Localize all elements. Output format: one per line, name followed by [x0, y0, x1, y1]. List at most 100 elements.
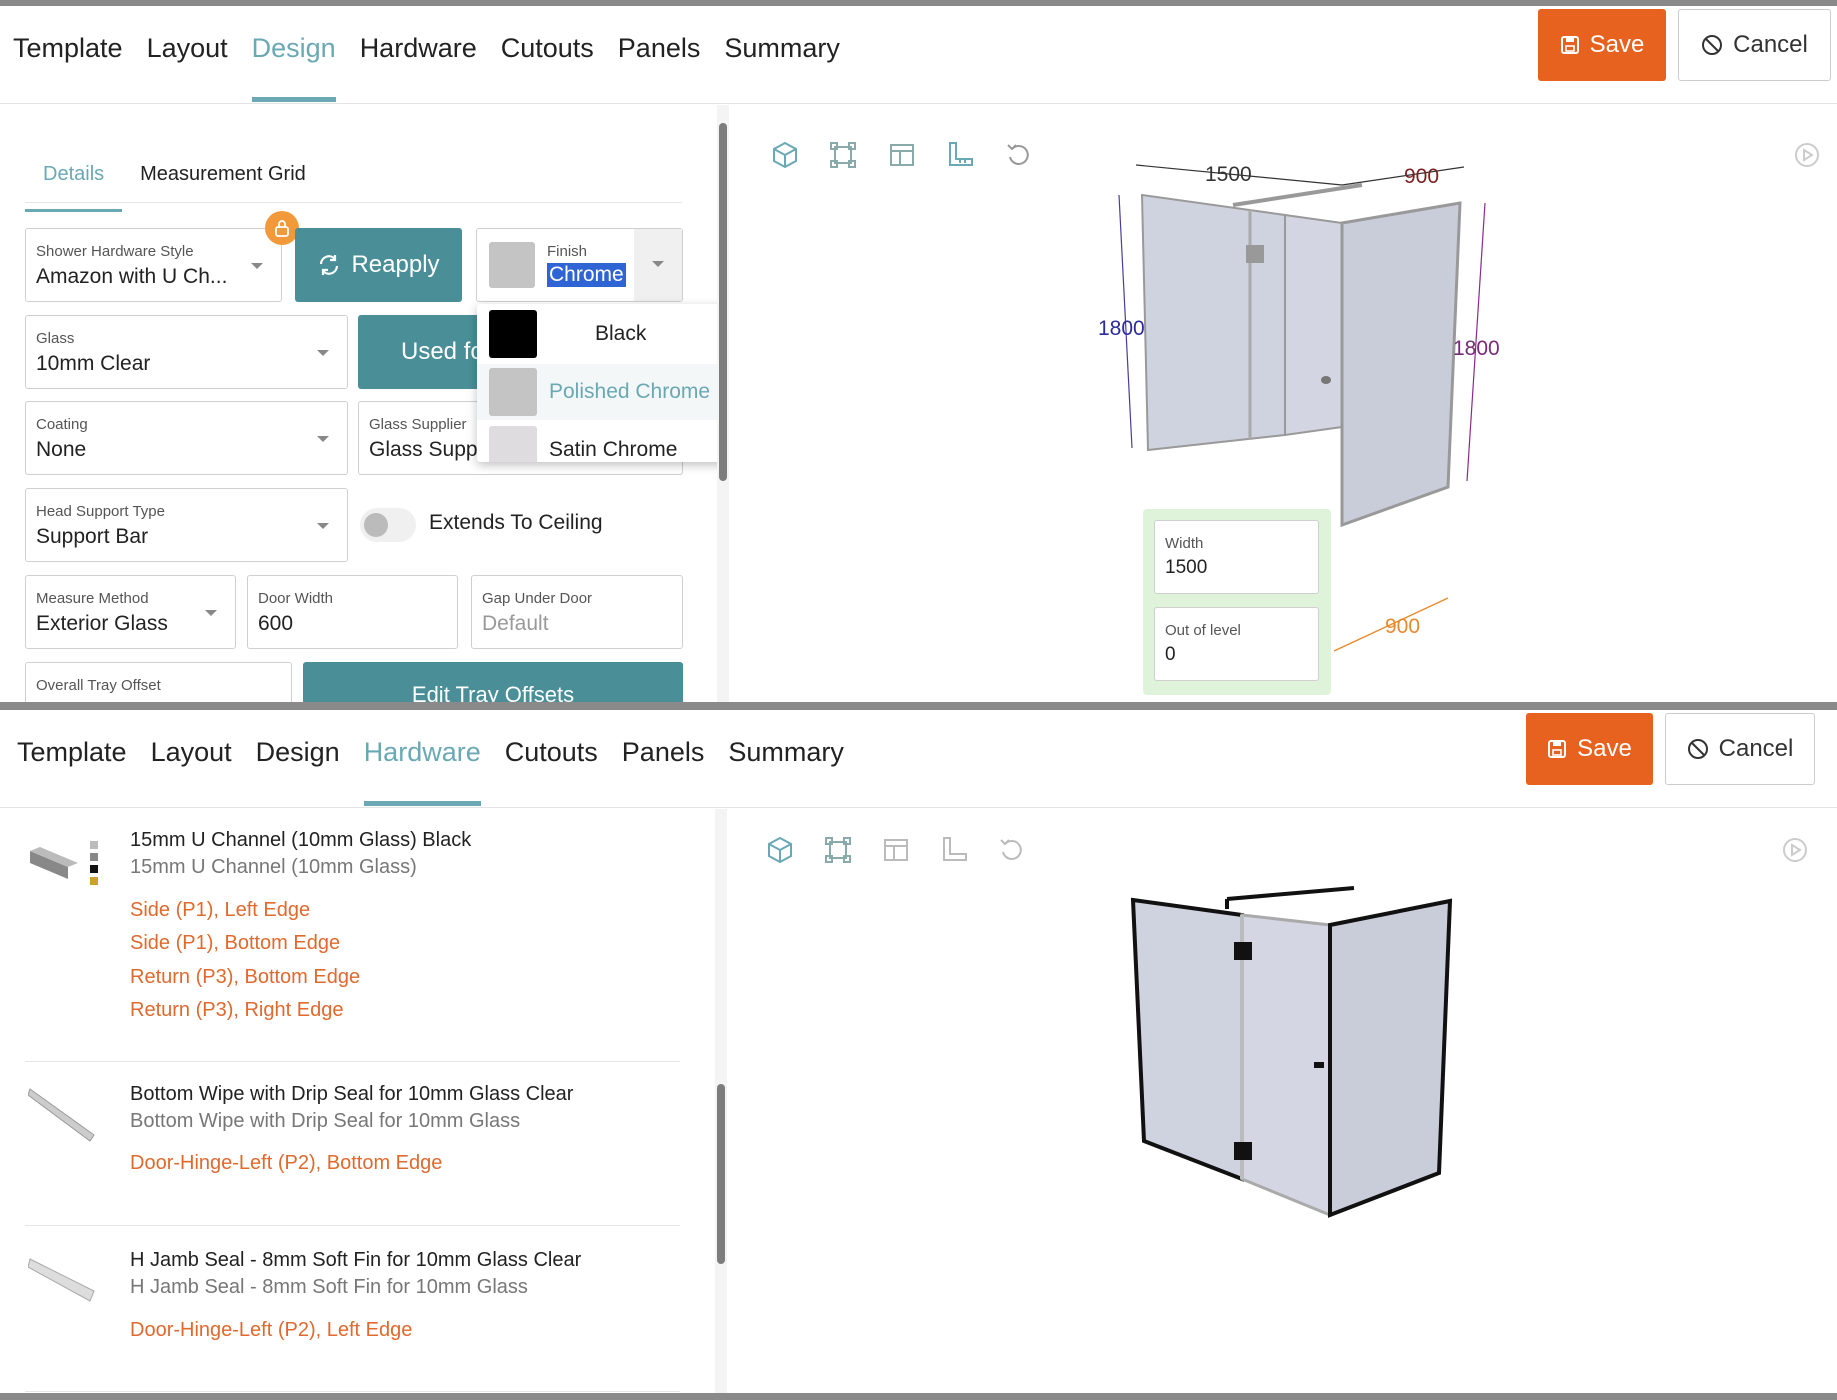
- step-tabs: Template Layout Design Hardware Cutouts …: [13, 6, 864, 104]
- top-nav-bar: Template Layout Design Hardware Cutouts …: [0, 710, 1837, 808]
- tab-hardware[interactable]: Hardware: [363, 710, 481, 808]
- reapply-label: Reapply: [351, 251, 440, 278]
- save-icon: [1548, 740, 1567, 758]
- list-item[interactable]: Bottom Wipe with Drip Seal for 10mm Glas…: [25, 1063, 680, 1226]
- dim-bottom-return: 900: [1385, 615, 1420, 638]
- design-form-panel: Details Measurement Grid Shower Hardware…: [0, 105, 720, 702]
- edit-tray-offsets-button[interactable]: Edit Tray Offsets: [303, 662, 683, 702]
- width-field[interactable]: Width 1500: [1154, 520, 1319, 594]
- save-label: Save: [1589, 31, 1645, 58]
- finish-option-label: Polished Chrome: [549, 380, 711, 403]
- scrollbar-thumb[interactable]: [719, 123, 727, 481]
- save-button[interactable]: Save: [1538, 9, 1666, 81]
- finish-select[interactable]: Finish Chrome: [476, 228, 683, 302]
- coating-label: Coating: [36, 416, 88, 433]
- item-title: 15mm U Channel (10mm Glass) Black: [130, 829, 472, 851]
- tab-template[interactable]: Template: [17, 710, 127, 808]
- tab-cutouts[interactable]: Cutouts: [501, 6, 594, 104]
- subtab-details[interactable]: Details: [25, 155, 123, 212]
- shower-hardware-style-select[interactable]: Shower Hardware Style Amazon with U Ch..…: [25, 228, 282, 302]
- finish-option-label: Satin Chrome: [549, 438, 678, 461]
- item-location[interactable]: Return (P3), Right Edge: [130, 999, 343, 1022]
- out-of-level-label: Out of level: [1165, 622, 1241, 639]
- cancel-label: Cancel: [1733, 31, 1808, 58]
- save-icon: [1560, 36, 1579, 54]
- glass-label: Glass: [36, 330, 75, 347]
- chevron-down-icon: [317, 350, 329, 356]
- door-width-value: 600: [258, 612, 294, 635]
- glass-select[interactable]: Glass 10mm Clear: [25, 315, 348, 389]
- tab-design[interactable]: Design: [256, 710, 340, 808]
- subtab-measurement-grid[interactable]: Measurement Grid: [122, 155, 324, 202]
- overall-tray-offset-label: Overall Tray Offset: [36, 677, 161, 694]
- save-button[interactable]: Save: [1526, 713, 1653, 785]
- tab-template[interactable]: Template: [13, 6, 123, 104]
- out-of-level-value: 0: [1165, 644, 1176, 665]
- coating-select[interactable]: Coating None: [25, 401, 348, 475]
- 3d-preview[interactable]: 1500 900 1800 1800 900 Width 1500 Out of…: [730, 105, 1837, 702]
- finish-swatch: [489, 242, 535, 288]
- item-location[interactable]: Side (P1), Left Edge: [130, 899, 310, 922]
- glass-supplier-value: Glass Suppl: [369, 438, 483, 461]
- dim-top-width: 1500: [1205, 163, 1252, 186]
- save-label: Save: [1577, 735, 1632, 762]
- 3d-preview[interactable]: [730, 809, 1837, 1393]
- finish-option-satin-chrome[interactable]: Satin Chrome: [477, 422, 720, 462]
- list-scrollbar[interactable]: [715, 809, 727, 1393]
- finish-option-polished-chrome[interactable]: Polished Chrome: [477, 364, 720, 420]
- dim-top-return: 900: [1404, 165, 1439, 188]
- tab-panels[interactable]: Panels: [622, 710, 705, 808]
- item-title: H Jamb Seal - 8mm Soft Fin for 10mm Glas…: [130, 1249, 582, 1271]
- door-width-field[interactable]: Door Width 600: [247, 575, 458, 649]
- measure-method-select[interactable]: Measure Method Exterior Glass: [25, 575, 236, 649]
- scrollbar-thumb[interactable]: [717, 1084, 725, 1264]
- finish-option-label: Black: [595, 322, 647, 345]
- cancel-icon: [1702, 35, 1723, 55]
- item-location[interactable]: Door-Hinge-Left (P2), Bottom Edge: [130, 1152, 442, 1175]
- refresh-icon: [320, 255, 339, 275]
- cancel-icon: [1687, 739, 1708, 759]
- item-location[interactable]: Side (P1), Bottom Edge: [130, 932, 340, 955]
- finish-dropdown-toggle[interactable]: [634, 229, 682, 301]
- chevron-down-icon: [205, 610, 217, 616]
- hardware-pane: Template Layout Design Hardware Cutouts …: [0, 710, 1837, 1393]
- h-jamb-seal-thumbnail: [28, 1258, 95, 1302]
- item-subtitle: H Jamb Seal - 8mm Soft Fin for 10mm Glas…: [130, 1276, 528, 1298]
- width-label: Width: [1165, 535, 1204, 552]
- cancel-button[interactable]: Cancel: [1678, 9, 1831, 81]
- lock-icon[interactable]: [265, 211, 299, 245]
- tab-design[interactable]: Design: [251, 6, 336, 104]
- design-subtabs: Details Measurement Grid: [25, 155, 682, 212]
- out-of-level-field[interactable]: Out of level 0: [1154, 607, 1319, 681]
- measure-method-label: Measure Method: [36, 590, 149, 607]
- head-support-type-value: Support Bar: [36, 525, 149, 548]
- tab-layout[interactable]: Layout: [147, 6, 228, 104]
- tab-panels[interactable]: Panels: [618, 6, 701, 104]
- tab-layout[interactable]: Layout: [151, 710, 232, 808]
- dim-right-height: 1800: [1453, 337, 1500, 360]
- u-channel-thumbnail: [30, 841, 98, 885]
- gap-under-door-field[interactable]: Gap Under Door Default: [471, 575, 683, 649]
- tab-hardware[interactable]: Hardware: [360, 6, 477, 104]
- cancel-button[interactable]: Cancel: [1665, 713, 1815, 785]
- extends-to-ceiling-toggle[interactable]: [360, 508, 416, 542]
- finish-option-swatch: [489, 426, 537, 462]
- tab-cutouts[interactable]: Cutouts: [505, 710, 598, 808]
- item-title: Bottom Wipe with Drip Seal for 10mm Glas…: [130, 1083, 574, 1105]
- chevron-down-icon: [251, 263, 263, 269]
- finish-option-black[interactable]: Black: [477, 306, 720, 362]
- item-location[interactable]: Door-Hinge-Left (P2), Left Edge: [130, 1319, 412, 1342]
- shower-3d-model-black: [1130, 886, 1453, 1218]
- list-item[interactable]: 15mm U Channel (10mm Glass) Black 15mm U…: [25, 809, 680, 1062]
- item-location[interactable]: Return (P3), Bottom Edge: [130, 966, 360, 989]
- overall-tray-offset-field[interactable]: Overall Tray Offset: [25, 662, 292, 702]
- tab-summary[interactable]: Summary: [724, 6, 840, 104]
- reapply-button[interactable]: Reapply: [295, 228, 462, 302]
- finish-value[interactable]: Chrome: [547, 263, 626, 287]
- head-support-type-select[interactable]: Head Support Type Support Bar: [25, 488, 348, 562]
- bottom-wipe-thumbnail: [28, 1088, 95, 1142]
- list-item[interactable]: H Jamb Seal - 8mm Soft Fin for 10mm Glas…: [25, 1227, 680, 1392]
- tab-summary[interactable]: Summary: [728, 710, 844, 808]
- form-scrollbar[interactable]: [717, 105, 729, 702]
- edit-tray-offsets-label: Edit Tray Offsets: [411, 682, 575, 702]
